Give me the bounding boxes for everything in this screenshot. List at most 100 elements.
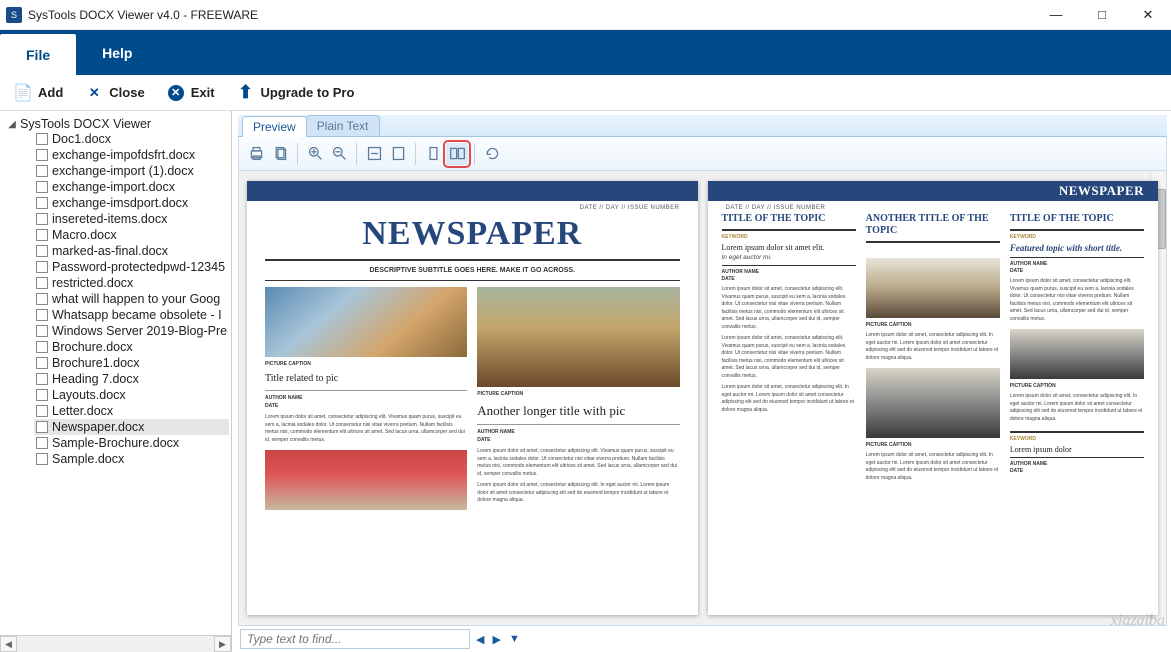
checkbox[interactable] [36, 229, 48, 241]
zoom-in-icon[interactable] [304, 143, 326, 165]
tab-preview[interactable]: Preview [242, 116, 307, 137]
checkbox[interactable] [36, 149, 48, 161]
checkbox[interactable] [36, 453, 48, 465]
checkbox[interactable] [36, 261, 48, 273]
scroll-right-icon[interactable]: ▶ [214, 636, 231, 652]
topic-title: ANOTHER TITLE OF THE TOPIC [866, 213, 1000, 237]
checkbox[interactable] [36, 405, 48, 417]
two-page-icon[interactable] [446, 143, 468, 165]
zoom-out-icon[interactable] [328, 143, 350, 165]
checkbox[interactable] [36, 181, 48, 193]
print-icon[interactable] [245, 143, 267, 165]
checkbox[interactable] [36, 389, 48, 401]
article-image [866, 368, 1000, 438]
toolbar: 📄 Add ✕ Close ✕ Exit ⬆ Upgrade to Pro [0, 75, 1171, 111]
close-label: Close [109, 85, 144, 100]
tree-item-label: Newspaper.docx [52, 420, 144, 434]
tree-item[interactable]: exchange-import (1).docx [34, 163, 229, 179]
tree-item[interactable]: Password-protectedpwd-12345 [34, 259, 229, 275]
fit-page-icon[interactable] [387, 143, 409, 165]
single-page-icon[interactable] [422, 143, 444, 165]
tree-item[interactable]: exchange-impofdsfrt.docx [34, 147, 229, 163]
maximize-button[interactable]: □ [1079, 0, 1125, 30]
tree-item[interactable]: Doc1.docx [34, 131, 229, 147]
add-label: Add [38, 85, 63, 100]
checkbox[interactable] [36, 213, 48, 225]
page-header-title: NEWSPAPER [1059, 183, 1144, 199]
upgrade-icon: ⬆ [237, 84, 255, 102]
find-options-icon[interactable]: ▼ [509, 633, 522, 645]
fit-width-icon[interactable] [363, 143, 385, 165]
tree-root[interactable]: ◢ SysTools DOCX Viewer [6, 117, 229, 131]
tree-item-label: what will happen to your Goog [52, 292, 220, 306]
tree-item[interactable]: exchange-import.docx [34, 179, 229, 195]
tree-item-label: Password-protectedpwd-12345 [52, 260, 225, 274]
window-title: SysTools DOCX Viewer v4.0 - FREEWARE [28, 8, 258, 22]
article-image [265, 450, 467, 510]
find-input[interactable] [240, 629, 470, 649]
tree-item[interactable]: marked-as-final.docx [34, 243, 229, 259]
find-prev-icon[interactable]: ◀ [476, 633, 486, 646]
rotate-icon[interactable] [481, 143, 503, 165]
page-1: DATE // DAY // ISSUE NUMBER NEWSPAPER DE… [247, 181, 698, 615]
tree-item[interactable]: Sample-Brochure.docx [34, 435, 229, 451]
article-title: Another longer title with pic [477, 402, 679, 420]
tree-item[interactable]: Sample.docx [34, 451, 229, 467]
article-image [1010, 329, 1144, 379]
checkbox[interactable] [36, 325, 48, 337]
app-icon: S [6, 7, 22, 23]
checkbox[interactable] [36, 357, 48, 369]
close-button[interactable]: ✕ Close [85, 84, 144, 102]
tree-item-label: exchange-imsdport.docx [52, 196, 188, 210]
checkbox[interactable] [36, 165, 48, 177]
tree-item-label: Doc1.docx [52, 132, 111, 146]
exit-label: Exit [191, 85, 215, 100]
tree-item[interactable]: Letter.docx [34, 403, 229, 419]
tree-item-label: exchange-impofdsfrt.docx [52, 148, 195, 162]
checkbox[interactable] [36, 245, 48, 257]
copy-icon[interactable] [269, 143, 291, 165]
tree-item[interactable]: insereted-items.docx [34, 211, 229, 227]
menu-help[interactable]: Help [76, 30, 158, 75]
page-2: NEWSPAPER DATE // DAY // ISSUE NUMBER TI… [708, 181, 1159, 615]
tree-item[interactable]: Macro.docx [34, 227, 229, 243]
tree-item[interactable]: Windows Server 2019-Blog-Pre [34, 323, 229, 339]
tree-item[interactable]: Brochure1.docx [34, 355, 229, 371]
tree-item[interactable]: Newspaper.docx [34, 419, 229, 435]
tree-item[interactable]: exchange-imsdport.docx [34, 195, 229, 211]
tree-item[interactable]: Brochure.docx [34, 339, 229, 355]
tree-item[interactable]: Layouts.docx [34, 387, 229, 403]
tree-item[interactable]: what will happen to your Goog [34, 291, 229, 307]
newspaper-subtitle: DESCRIPTIVE SUBTITLE GOES HERE. MAKE IT … [265, 259, 680, 281]
exit-icon: ✕ [167, 84, 185, 102]
tree-item[interactable]: Heading 7.docx [34, 371, 229, 387]
checkbox[interactable] [36, 197, 48, 209]
tab-plain-text[interactable]: Plain Text [306, 115, 380, 136]
close-window-button[interactable]: ✕ [1125, 0, 1171, 30]
tree-item-label: insereted-items.docx [52, 212, 167, 226]
checkbox[interactable] [36, 373, 48, 385]
file-tree[interactable]: ◢ SysTools DOCX Viewer Doc1.docx exchange… [0, 111, 231, 635]
tree-item[interactable]: Whatsapp became obsolete - I [34, 307, 229, 323]
scroll-left-icon[interactable]: ◀ [0, 636, 17, 652]
menu-file[interactable]: File [0, 34, 76, 75]
checkbox[interactable] [36, 341, 48, 353]
minimize-button[interactable]: — [1033, 0, 1079, 30]
tree-item[interactable]: restricted.docx [34, 275, 229, 291]
tree-item-label: Whatsapp became obsolete - I [52, 308, 222, 322]
sidebar-hscroll[interactable]: ◀ ▶ [0, 635, 231, 652]
checkbox[interactable] [36, 277, 48, 289]
collapse-icon[interactable]: ◢ [6, 119, 18, 130]
checkbox[interactable] [36, 437, 48, 449]
find-next-icon[interactable]: ▶ [492, 633, 502, 646]
checkbox[interactable] [36, 309, 48, 321]
tree-item-label: Sample.docx [52, 452, 124, 466]
checkbox[interactable] [36, 133, 48, 145]
checkbox[interactable] [36, 293, 48, 305]
add-button[interactable]: 📄 Add [14, 84, 63, 102]
checkbox[interactable] [36, 421, 48, 433]
exit-button[interactable]: ✕ Exit [167, 84, 215, 102]
page-preview-area[interactable]: DATE // DAY // ISSUE NUMBER NEWSPAPER DE… [238, 171, 1167, 626]
upgrade-button[interactable]: ⬆ Upgrade to Pro [237, 84, 355, 102]
article-image [265, 287, 467, 357]
